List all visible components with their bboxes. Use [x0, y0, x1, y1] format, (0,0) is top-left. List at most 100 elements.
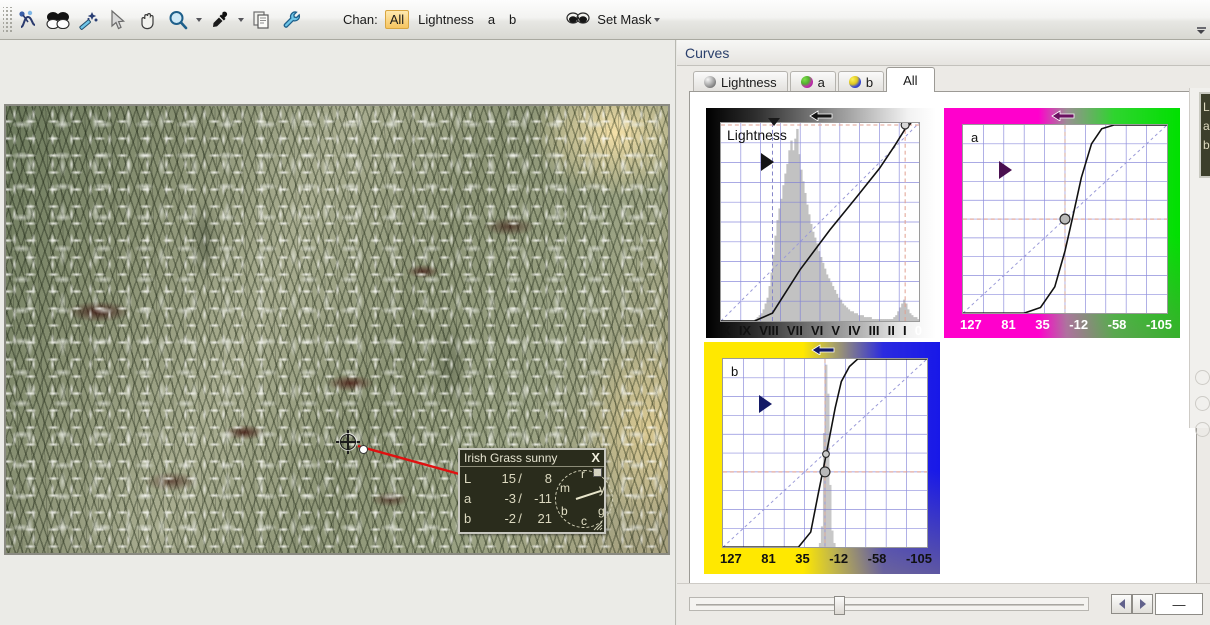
- channel-option-a[interactable]: a: [483, 10, 500, 29]
- mask-glasses-tool-button[interactable]: [44, 6, 72, 34]
- slider-thumb[interactable]: [834, 596, 845, 615]
- magic-wand-icon: [79, 11, 98, 30]
- a-curve-box[interactable]: a 127 81 35 -12 -58 -105: [944, 108, 1180, 338]
- b-tick-4: -58: [867, 551, 887, 566]
- arrow-cursor-icon: [111, 9, 126, 29]
- set-mask-label[interactable]: Set Mask: [597, 12, 651, 27]
- lightness-curve-box[interactable]: Lightness X IX VIII VII VI V IV III II I…: [706, 108, 936, 338]
- readout-after-a: -11: [534, 491, 552, 506]
- readout-before-l: 15: [501, 471, 516, 486]
- readout-slash-b: /: [518, 511, 522, 526]
- lightness-top-handle-icon[interactable]: [767, 117, 781, 127]
- readout-channel-l: L: [464, 471, 472, 486]
- b-plot-label: b: [731, 364, 739, 379]
- lightness-plot[interactable]: Lightness: [720, 118, 920, 322]
- curves-panel: Curves Lightness a b All Lightness X IX …: [677, 40, 1210, 625]
- a-sphere-icon: [800, 76, 813, 88]
- b-plot[interactable]: b: [722, 358, 928, 548]
- set-mask-icon-button[interactable]: [564, 6, 592, 34]
- eyedropper-dropdown-caret[interactable]: [235, 6, 247, 34]
- lightness-tick-6: IV: [848, 323, 861, 338]
- readout-row-b: b -2 / 21: [464, 509, 552, 529]
- tab-lightness[interactable]: Lightness: [693, 71, 788, 92]
- channel-option-lightness[interactable]: Lightness: [413, 10, 479, 29]
- b-top-marker-icon[interactable]: [810, 344, 836, 355]
- tab-all[interactable]: All: [886, 67, 935, 92]
- readout-slash-a: /: [518, 491, 522, 506]
- b-tick-0: 127: [720, 551, 742, 566]
- lightness-tick-7: III: [868, 323, 880, 338]
- image-frame[interactable]: Irish Grass sunny X L 15 / 8 a -3 / -11 …: [4, 104, 670, 555]
- close-icon[interactable]: X: [591, 449, 600, 466]
- mask-glasses-small-icon: [566, 11, 590, 24]
- a-plot-svg: [963, 125, 1167, 314]
- set-mask-dropdown-caret[interactable]: [651, 6, 663, 34]
- wheel-label-m: m: [560, 481, 570, 495]
- readout-after-b: 21: [537, 511, 552, 526]
- channel-option-all[interactable]: All: [384, 10, 410, 29]
- a-tick-5: -105: [1145, 317, 1172, 332]
- lightness-play-triangle-icon[interactable]: [761, 153, 774, 171]
- toolbar-drag-grip[interactable]: [3, 6, 13, 33]
- tab-all-label: All: [903, 72, 918, 88]
- readout-title-bar[interactable]: Irish Grass sunny X: [460, 450, 604, 467]
- lightness-axis-labels: X IX VIII VII VI V IV III II I 0: [720, 323, 924, 338]
- magnifier-icon: [169, 10, 188, 29]
- image-canvas-area: Irish Grass sunny X L 15 / 8 a -3 / -11 …: [0, 40, 676, 625]
- channel-option-b[interactable]: b: [504, 10, 521, 29]
- sample-point-marker[interactable]: [359, 445, 368, 454]
- curve-slider[interactable]: [689, 596, 1089, 615]
- zoom-dropdown-caret[interactable]: [193, 6, 205, 34]
- resize-grip-icon[interactable]: [593, 521, 603, 531]
- flyout-row-l: L: [1203, 100, 1210, 114]
- lightness-plot-label: Lightness: [727, 127, 787, 143]
- zoom-magnifier-tool-button[interactable]: [164, 6, 192, 34]
- a-plot[interactable]: a: [962, 124, 1168, 314]
- tab-lightness-label: Lightness: [721, 74, 777, 90]
- eyedropper-icon: [213, 11, 228, 27]
- hand-icon: [141, 12, 154, 29]
- hand-pan-tool-button[interactable]: [134, 6, 162, 34]
- a-play-triangle-icon[interactable]: [999, 161, 1012, 179]
- lightness-tick-2: VIII: [759, 323, 779, 338]
- a-top-marker-icon[interactable]: [1050, 110, 1076, 121]
- channel-selector-group: Chan: All Lightness a b: [343, 10, 523, 29]
- right-edge-readout-flyout[interactable]: L a b: [1199, 92, 1210, 178]
- tab-b[interactable]: b: [837, 71, 885, 92]
- flyout-row-a: a: [1203, 119, 1210, 133]
- set-mask-group[interactable]: Set Mask: [563, 6, 663, 34]
- arrow-select-tool-button[interactable]: [104, 6, 132, 34]
- next-button[interactable]: [1132, 594, 1153, 614]
- copy-icon: [253, 10, 269, 29]
- main-toolbar: Chan: All Lightness a b Set Mask: [0, 0, 1210, 40]
- wheel-label-r: r: [581, 467, 585, 481]
- b-play-triangle-icon[interactable]: [759, 395, 772, 413]
- readout-values: L 15 / 8 a -3 / -11 b -2 / 21: [460, 467, 552, 534]
- channel-label: Chan:: [343, 12, 378, 27]
- rail-dial-1-icon[interactable]: [1195, 370, 1210, 385]
- tab-a[interactable]: a: [789, 71, 836, 92]
- wrench-tool-button[interactable]: [278, 6, 306, 34]
- copy-tool-button[interactable]: [248, 6, 276, 34]
- readout-body: L 15 / 8 a -3 / -11 b -2 / 21 r m y b g …: [460, 467, 613, 534]
- curves-bottom-bar: —: [677, 583, 1210, 625]
- curves-content-pane: Lightness X IX VIII VII VI V IV III II I…: [689, 91, 1197, 590]
- slider-rail: [696, 604, 1084, 606]
- lightness-plot-svg: [721, 123, 919, 321]
- lightness-top-marker-icon[interactable]: [808, 110, 834, 121]
- application-window: Chan: All Lightness a b Set Mask Irish G…: [0, 0, 1210, 625]
- wheel-label-c: c: [581, 514, 587, 528]
- value-field[interactable]: —: [1155, 593, 1203, 615]
- lightness-tick-0: X: [722, 323, 731, 338]
- rail-dial-3-icon[interactable]: [1195, 422, 1210, 437]
- a-tick-4: -58: [1107, 317, 1127, 332]
- curve-pointer-tool-button[interactable]: [14, 6, 42, 34]
- color-readout-box[interactable]: Irish Grass sunny X L 15 / 8 a -3 / -11 …: [458, 448, 613, 534]
- toolbar-overflow-button[interactable]: [1194, 4, 1208, 36]
- magic-wand-tool-button[interactable]: [74, 6, 102, 34]
- eyedropper-tool-button[interactable]: [206, 6, 234, 34]
- prev-button[interactable]: [1111, 594, 1132, 614]
- rail-dial-2-icon[interactable]: [1195, 396, 1210, 411]
- lightness-tick-1: IX: [738, 323, 752, 338]
- b-curve-box[interactable]: b 127 81 35 -12 -58 -105: [704, 342, 940, 574]
